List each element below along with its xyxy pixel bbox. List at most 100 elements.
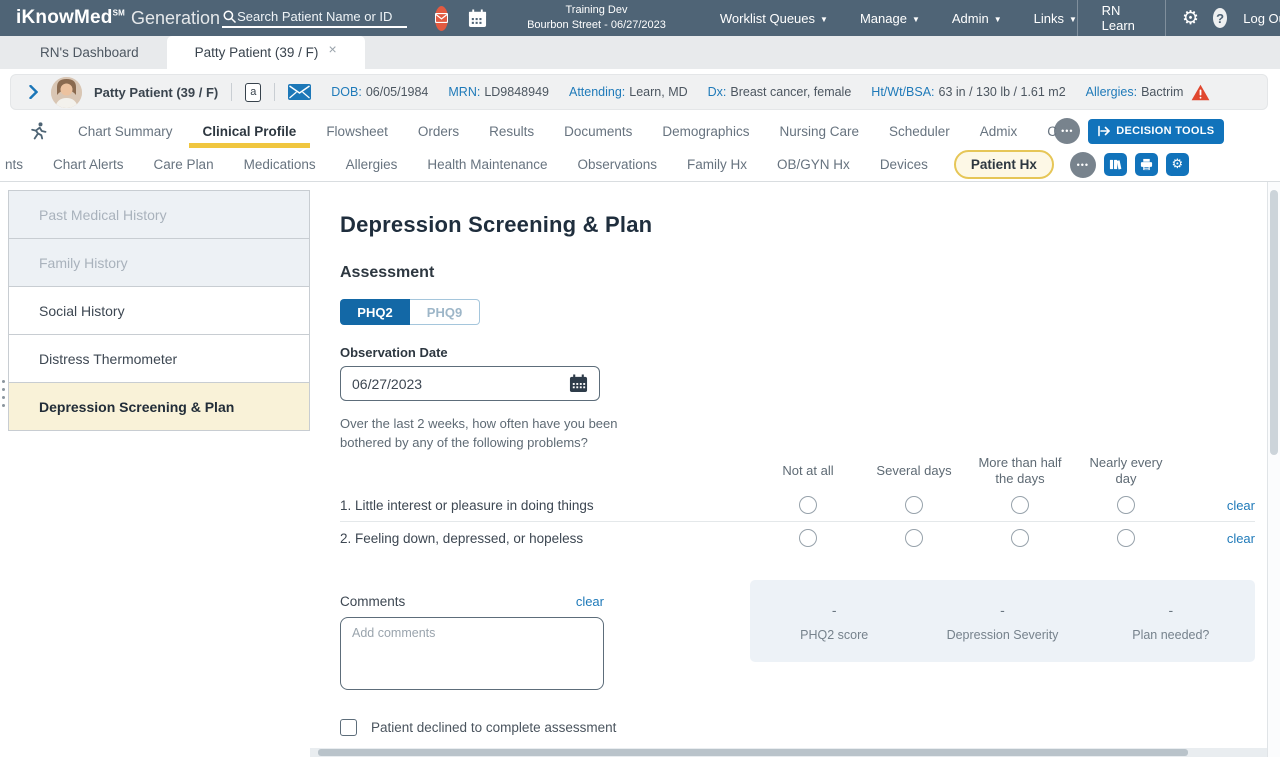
sidebar-item-social-history[interactable]: Social History bbox=[8, 287, 310, 335]
tab-rns-dashboard[interactable]: RN's Dashboard bbox=[12, 36, 167, 69]
comments-and-summary-row: Comments clear - PHQ2 score - Depression… bbox=[340, 580, 1255, 695]
comments-label: Comments bbox=[340, 594, 405, 609]
option-header-several-days: Several days bbox=[861, 453, 967, 490]
sidebar-item-distress-thermometer[interactable]: Distress Thermometer bbox=[8, 335, 310, 383]
environment-name: Training Dev bbox=[527, 3, 666, 18]
phq9-toggle-button[interactable]: PHQ9 bbox=[410, 299, 480, 325]
q1-clear-link[interactable]: clear bbox=[1227, 498, 1255, 513]
messages-button[interactable] bbox=[435, 6, 448, 31]
q2-clear-link[interactable]: clear bbox=[1227, 531, 1255, 546]
subnav-chart-alerts[interactable]: Chart Alerts bbox=[53, 157, 124, 172]
logout-button[interactable]: Log Out bbox=[1243, 11, 1280, 26]
comments-clear-link[interactable]: clear bbox=[576, 594, 604, 609]
nav-demographics[interactable]: Demographics bbox=[662, 114, 749, 148]
q1-nearly-every-day-radio[interactable] bbox=[1117, 496, 1135, 514]
menu-worklist-queues[interactable]: Worklist Queues▼ bbox=[720, 11, 828, 26]
subnav-devices[interactable]: Devices bbox=[880, 157, 928, 172]
subnav-obgyn-hx[interactable]: OB/GYN Hx bbox=[777, 157, 850, 172]
patient-attending: Attending:Learn, MD bbox=[569, 85, 688, 99]
decision-tools-icon bbox=[1098, 125, 1110, 137]
observation-date-input[interactable] bbox=[352, 376, 569, 392]
nav-admix[interactable]: Admix bbox=[980, 114, 1018, 148]
subnav-care-plan[interactable]: Care Plan bbox=[154, 157, 214, 172]
help-icon[interactable]: ? bbox=[1213, 8, 1227, 28]
print-button[interactable] bbox=[1135, 153, 1158, 176]
observation-date-label: Observation Date bbox=[340, 345, 1265, 360]
q2-more-than-half-radio[interactable] bbox=[1011, 529, 1029, 547]
observation-date-field[interactable] bbox=[340, 366, 600, 401]
patient-name: Patty Patient (39 / F) bbox=[94, 85, 218, 100]
close-tab-icon[interactable]: × bbox=[328, 41, 336, 57]
menu-manage[interactable]: Manage▼ bbox=[860, 11, 920, 26]
q2-not-at-all-radio[interactable] bbox=[799, 529, 817, 547]
rn-learn-link[interactable]: RN Learn bbox=[1078, 3, 1166, 33]
menu-admin[interactable]: Admin▼ bbox=[952, 11, 1002, 26]
patient-search-input[interactable] bbox=[237, 9, 407, 24]
subnav-patient-hx[interactable]: Patient Hx bbox=[954, 150, 1054, 179]
comments-textarea[interactable] bbox=[340, 617, 604, 690]
sidebar-item-past-medical-history: Past Medical History bbox=[8, 191, 310, 239]
nav-nursing-care[interactable]: Nursing Care bbox=[779, 114, 859, 148]
nav-clinical-profile[interactable]: Clinical Profile bbox=[203, 114, 297, 148]
vertical-scrollbar-thumb[interactable] bbox=[1270, 190, 1278, 455]
header-spacer bbox=[1179, 453, 1255, 490]
phq2-question-grid: Not at all Several days More than half t… bbox=[340, 453, 1255, 555]
sidebar-resize-handle[interactable] bbox=[2, 380, 6, 407]
subnav-allergies[interactable]: Allergies bbox=[346, 157, 398, 172]
top-bar: iKnowMedSM Generation Training Dev Bourb… bbox=[0, 0, 1280, 36]
nav-scheduler[interactable]: Scheduler bbox=[889, 114, 950, 148]
horizontal-scrollbar-thumb[interactable] bbox=[318, 749, 1188, 756]
phq2-intro-text: Over the last 2 weeks, how often have yo… bbox=[340, 415, 650, 453]
subnav-medications[interactable]: Medications bbox=[244, 157, 316, 172]
depression-severity-value: - bbox=[918, 602, 1086, 618]
nav-flowsheet[interactable]: Flowsheet bbox=[326, 114, 388, 148]
chevron-down-icon: ▼ bbox=[912, 15, 920, 24]
quick-action-runner-icon[interactable] bbox=[28, 121, 48, 141]
q2-several-days-radio[interactable] bbox=[905, 529, 923, 547]
allergy-warning-icon[interactable] bbox=[1191, 84, 1210, 101]
plan-needed-value: - bbox=[1087, 602, 1255, 618]
scheduler-button[interactable] bbox=[468, 9, 487, 28]
sidebar-item-depression-screening[interactable]: Depression Screening & Plan bbox=[8, 383, 310, 431]
search-icon bbox=[222, 9, 237, 24]
phq2-score-value: - bbox=[750, 602, 918, 618]
subnav-settings-button[interactable]: ⚙ bbox=[1166, 153, 1189, 176]
subnav-truncated-item[interactable]: nts bbox=[5, 157, 23, 172]
nav-truncated-item[interactable]: C bbox=[1047, 114, 1060, 148]
tab-patty-patient[interactable]: Patty Patient (39 / F) × bbox=[167, 36, 365, 69]
library-icon bbox=[1109, 158, 1122, 171]
subnav-family-hx[interactable]: Family Hx bbox=[687, 157, 747, 172]
q1-several-days-radio[interactable] bbox=[905, 496, 923, 514]
settings-gear-icon[interactable]: ⚙ bbox=[1182, 9, 1199, 28]
subnav-health-maintenance[interactable]: Health Maintenance bbox=[427, 157, 547, 172]
patient-declined-checkbox[interactable] bbox=[340, 719, 357, 736]
page-title: Depression Screening & Plan bbox=[340, 212, 1265, 238]
q2-nearly-every-day-radio[interactable] bbox=[1117, 529, 1135, 547]
nav-chart-summary[interactable]: Chart Summary bbox=[78, 114, 173, 148]
subnav-overflow-ellipsis-icon[interactable]: ••• bbox=[1070, 152, 1096, 178]
header-spacer bbox=[340, 453, 755, 490]
chevron-down-icon: ▼ bbox=[820, 15, 828, 24]
q1-not-at-all-radio[interactable] bbox=[799, 496, 817, 514]
patient-allergies: Allergies:Bactrim bbox=[1086, 85, 1184, 99]
printer-icon bbox=[1140, 158, 1153, 171]
depression-severity-label: Depression Severity bbox=[918, 628, 1086, 642]
reference-library-button[interactable] bbox=[1104, 153, 1127, 176]
vertical-scrollbar-track bbox=[1267, 182, 1280, 757]
subnav-observations[interactable]: Observations bbox=[578, 157, 658, 172]
topbar-divider bbox=[1165, 0, 1166, 36]
patient-alias-icon[interactable]: a bbox=[245, 83, 261, 102]
phq2-toggle-button[interactable]: PHQ2 bbox=[340, 299, 410, 325]
decision-tools-button[interactable]: DECISION TOOLS bbox=[1088, 119, 1224, 144]
date-picker-calendar-icon[interactable] bbox=[569, 374, 588, 393]
nav-orders[interactable]: Orders bbox=[418, 114, 459, 148]
patient-search[interactable] bbox=[222, 9, 407, 28]
q1-more-than-half-radio[interactable] bbox=[1011, 496, 1029, 514]
clinical-profile-subnav: nts Chart Alerts Care Plan Medications A… bbox=[0, 148, 1280, 182]
patient-message-envelope-icon[interactable] bbox=[288, 84, 311, 100]
nav-documents[interactable]: Documents bbox=[564, 114, 632, 148]
nav-results[interactable]: Results bbox=[489, 114, 534, 148]
expand-banner-chevron-icon[interactable] bbox=[29, 85, 38, 99]
patient-avatar bbox=[51, 77, 82, 108]
menu-links[interactable]: Links▼ bbox=[1034, 11, 1077, 26]
